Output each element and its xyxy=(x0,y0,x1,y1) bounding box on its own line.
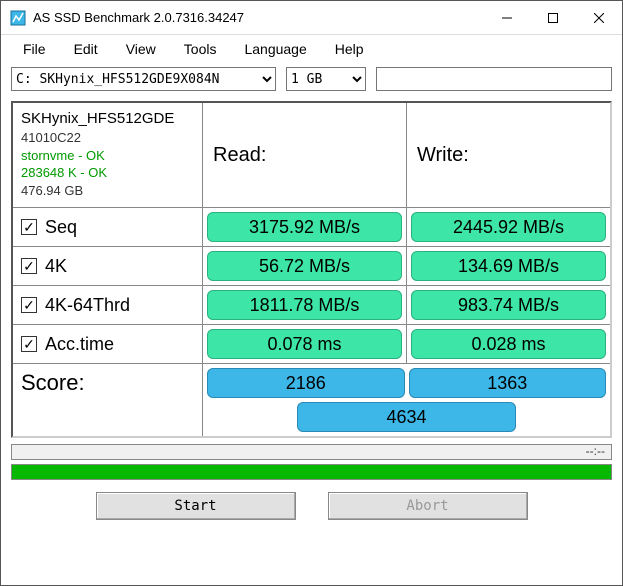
window-title: AS SSD Benchmark 2.0.7316.34247 xyxy=(33,10,244,25)
score-label: Score: xyxy=(13,364,203,436)
alignment-status: 283648 K - OK xyxy=(21,164,107,182)
4k-label: 4K xyxy=(45,256,67,277)
drive-firmware: 41010C22 xyxy=(21,129,81,147)
acc-label: Acc.time xyxy=(45,334,114,355)
seq-label: Seq xyxy=(45,217,77,238)
minimize-button[interactable] xyxy=(484,2,530,34)
menu-file[interactable]: File xyxy=(9,37,60,61)
start-button[interactable]: Start xyxy=(96,492,296,520)
drive-select[interactable]: C: SKHynix_HFS512GDE9X084N xyxy=(11,67,276,91)
header-write: Write: xyxy=(407,103,610,207)
maximize-button[interactable] xyxy=(530,2,576,34)
4k64-write: 983.74 MB/s xyxy=(411,290,606,320)
progress-bar-2 xyxy=(11,464,612,480)
acc-checkbox[interactable]: ✓ xyxy=(21,336,37,352)
drive-name: SKHynix_HFS512GDE xyxy=(21,109,174,129)
menubar: File Edit View Tools Language Help xyxy=(1,35,622,63)
menu-tools[interactable]: Tools xyxy=(170,37,231,61)
titlebar: AS SSD Benchmark 2.0.7316.34247 xyxy=(1,1,622,35)
app-icon xyxy=(9,9,27,27)
close-button[interactable] xyxy=(576,2,622,34)
4k64-label: 4K-64Thrd xyxy=(45,295,130,316)
results-panel: SKHynix_HFS512GDE 41010C22 stornvme - OK… xyxy=(11,101,612,438)
acc-read: 0.078 ms xyxy=(207,329,402,359)
menu-edit[interactable]: Edit xyxy=(60,37,112,61)
4k64-read: 1811.78 MB/s xyxy=(207,290,402,320)
score-total: 4634 xyxy=(297,402,516,432)
4k-read: 56.72 MB/s xyxy=(207,251,402,281)
filter-input[interactable] xyxy=(376,67,612,91)
drive-capacity: 476.94 GB xyxy=(21,182,83,200)
header-read: Read: xyxy=(203,103,407,207)
seq-read: 3175.92 MB/s xyxy=(207,212,402,242)
4k-checkbox[interactable]: ✓ xyxy=(21,258,37,274)
driver-status: stornvme - OK xyxy=(21,147,105,165)
size-select[interactable]: 1 GB xyxy=(286,67,366,91)
score-read: 2186 xyxy=(207,368,405,398)
abort-button[interactable]: Abort xyxy=(328,492,528,520)
acc-write: 0.028 ms xyxy=(411,329,606,359)
progress-time: --:-- xyxy=(586,444,605,458)
drive-info: SKHynix_HFS512GDE 41010C22 stornvme - OK… xyxy=(13,103,203,207)
4k64-checkbox[interactable]: ✓ xyxy=(21,297,37,313)
menu-view[interactable]: View xyxy=(112,37,170,61)
seq-checkbox[interactable]: ✓ xyxy=(21,219,37,235)
progress-bar-1: --:-- xyxy=(11,444,612,460)
seq-write: 2445.92 MB/s xyxy=(411,212,606,242)
score-write: 1363 xyxy=(409,368,607,398)
4k-write: 134.69 MB/s xyxy=(411,251,606,281)
menu-language[interactable]: Language xyxy=(230,37,320,61)
menu-help[interactable]: Help xyxy=(321,37,378,61)
